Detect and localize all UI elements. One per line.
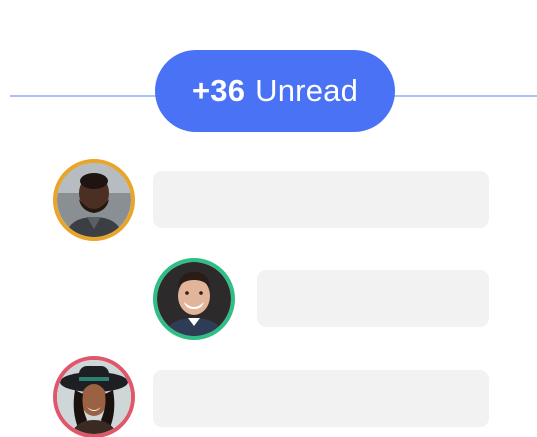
message-bubble-placeholder [153,171,489,228]
user-avatar-man-beard-icon[interactable] [53,159,135,241]
unread-count: +36 [191,73,246,108]
message-bubble-placeholder [257,270,489,327]
chat-thread: +36 Unread [0,0,537,437]
user-avatar-woman-hat-icon[interactable] [53,356,135,437]
message-bubble-placeholder [153,370,489,427]
unread-label: Unread [255,73,359,108]
user-avatar-man-smiling-icon[interactable] [153,258,235,340]
unread-messages-button[interactable]: +36 Unread [155,50,395,132]
